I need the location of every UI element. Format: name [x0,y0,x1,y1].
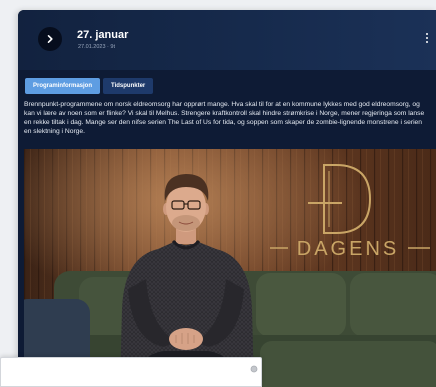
program-description: Brennpunkt-programmene om norsk eldreoms… [24,100,436,136]
more-vertical-icon [426,33,428,43]
tab-programinformasjon[interactable]: Programinformasjon [25,78,101,94]
program-photo: DAGENS [24,149,436,387]
play-button[interactable] [38,27,62,51]
tab-bar: Programinformasjon Tidspunkter [25,78,154,94]
tab-tidspunkter[interactable]: Tidspunkter [103,78,154,94]
program-header: 27. januar 27.01.2023 · 9t [18,10,436,70]
more-options-button[interactable] [422,30,432,46]
chevron-right-icon [47,34,53,43]
circle-icon[interactable] [249,364,259,374]
program-image: DAGENS [24,149,436,387]
program-title: 27. januar [77,29,129,41]
program-card: 27. januar 27.01.2023 · 9t Programinform… [18,10,436,387]
logo-text: DAGENS [297,238,399,260]
description-line: en slektning i Norge. [24,128,85,135]
program-date: 27.01.2023 · 9t [78,44,116,50]
description-line: Brennpunkt-programmene om norsk eldreoms… [24,101,420,108]
description-line: kan vi lære av noen som er flinke? Vi sk… [24,110,425,117]
text-input[interactable] [7,362,243,382]
description-line: en rekke tiltak i dag. Mange ser den nif… [24,119,423,126]
text-input-field[interactable] [0,357,262,387]
